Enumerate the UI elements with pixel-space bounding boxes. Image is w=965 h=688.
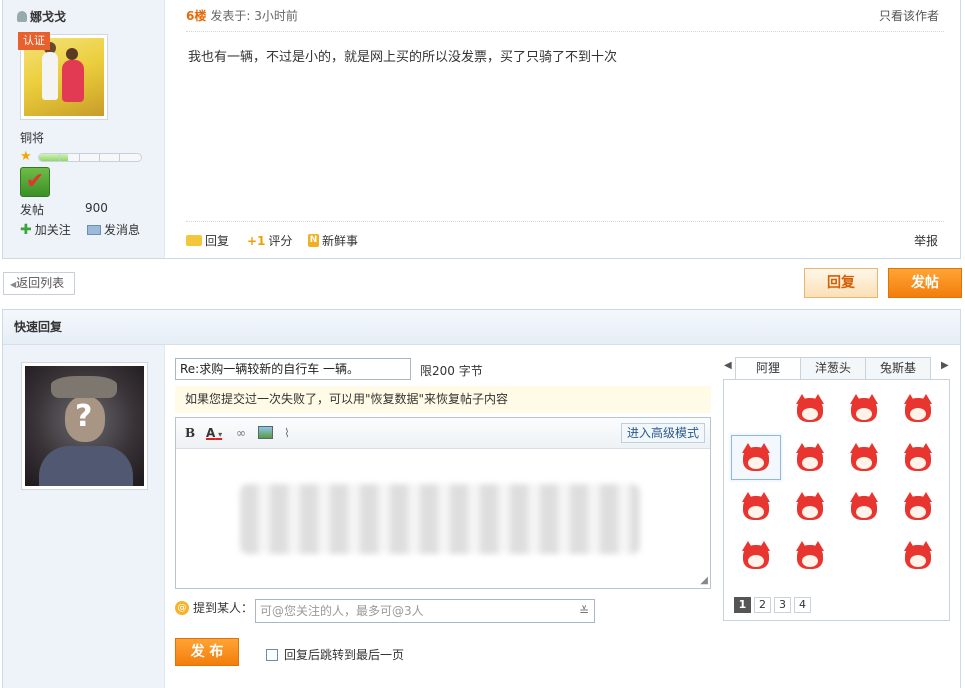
page-1[interactable]: 1: [734, 597, 751, 613]
emoticon-ali-icon[interactable]: [729, 531, 783, 580]
emoticon-ali-icon[interactable]: [783, 531, 837, 580]
font-color-button[interactable]: A ▾: [206, 426, 222, 440]
verified-badge: 认证: [18, 32, 50, 50]
author-panel: 娜戈戈 认证 铜将 ★ ✔ 发帖 900 ✚ 加关注 发消息: [3, 0, 165, 258]
emoticon-ali-icon[interactable]: [837, 531, 891, 580]
only-author-link[interactable]: 只看该作者: [879, 7, 939, 24]
emoticon-panel: 1 2 3 4: [723, 379, 950, 621]
new-post-button[interactable]: 发帖: [888, 268, 962, 298]
follow-label: 加关注: [34, 223, 71, 237]
tab-tuzki[interactable]: 兔斯基: [865, 357, 931, 379]
chevron-down-icon[interactable]: ≚: [579, 600, 589, 622]
rate-icon: +1: [247, 233, 266, 248]
follow-button[interactable]: ✚ 加关注: [20, 221, 71, 238]
emoticon-ali-icon[interactable]: [783, 482, 837, 531]
emoticon-ali-icon[interactable]: [729, 433, 783, 482]
divider: [186, 221, 944, 222]
quick-reply-title: 快速回复: [3, 310, 960, 345]
post-time: 发表于: 3小时前: [210, 9, 298, 23]
font-color-label: A: [206, 426, 216, 440]
reply-icon: [186, 235, 202, 246]
posts-label: 发帖: [20, 203, 45, 217]
mention-placeholder: 可@您关注的人，最多可@3人: [260, 604, 424, 618]
emoticon-ali-icon[interactable]: [729, 384, 783, 433]
reply-editor: B A ▾ ∞ ⌇ 进入高级模式 ◢: [175, 417, 711, 589]
rate-action-label: 评分: [268, 234, 293, 248]
rate-action[interactable]: +1 评分: [247, 232, 292, 249]
emoticon-ali-icon[interactable]: [783, 384, 837, 433]
message-label: 发消息: [104, 223, 141, 237]
caret-down-icon: ▾: [215, 430, 223, 439]
image-icon[interactable]: [258, 426, 273, 439]
report-link[interactable]: 举报: [914, 232, 938, 249]
page-4[interactable]: 4: [794, 597, 811, 613]
back-label: 返回列表: [16, 276, 65, 290]
tab-next-icon[interactable]: ▶: [941, 360, 949, 371]
share-action-label: 新鲜事: [322, 234, 359, 248]
blurred-content: [240, 484, 640, 554]
reply-action[interactable]: 回复: [186, 232, 229, 249]
quick-reply-panel: 快速回复 ? Re:求购一辆较新的自行车 一辆。 限200 字节 如果您提交过一…: [2, 309, 961, 688]
advanced-mode-button[interactable]: 进入高级模式: [621, 423, 706, 443]
experience-bar: [38, 152, 142, 162]
floor-number: 6楼: [186, 9, 207, 23]
reply-button[interactable]: 回复: [804, 268, 878, 298]
jump-last-checkbox[interactable]: 回复后跳转到最后一页: [266, 646, 404, 663]
emoticon-tabs: 阿狸 洋葱头 兔斯基: [735, 357, 931, 379]
medal-check-icon[interactable]: ✔: [20, 167, 50, 197]
tab-prev-icon[interactable]: ◀: [724, 360, 732, 371]
resize-handle-icon[interactable]: ◢: [700, 575, 708, 586]
star-icon: ★: [20, 149, 32, 164]
mention-label-text: 提到某人：: [193, 601, 254, 615]
mention-input[interactable]: 可@您关注的人，最多可@3人 ≚: [255, 599, 595, 623]
restore-tip: 如果您提交过一次失败了，可以用"恢复数据"来恢复帖子内容: [175, 386, 711, 413]
link-icon[interactable]: ∞: [236, 426, 246, 440]
emoticon-ali-icon[interactable]: [837, 384, 891, 433]
editor-toolbar: B A ▾ ∞ ⌇ 进入高级模式: [176, 418, 710, 449]
level-bar: ★: [20, 150, 142, 164]
posts-count: 900: [85, 201, 108, 215]
user-icon: [17, 11, 27, 22]
post-meta: 6楼 发表于: 3小时前: [186, 7, 298, 24]
page-2[interactable]: 2: [754, 597, 771, 613]
subject-input[interactable]: Re:求购一辆较新的自行车 一辆。: [175, 358, 411, 380]
back-to-list-button[interactable]: ◀返回列表: [3, 272, 75, 295]
emoticon-pager: 1 2 3 4: [734, 597, 811, 613]
emoticon-ali-icon[interactable]: [891, 384, 945, 433]
mention-label: @ 提到某人：: [175, 599, 253, 616]
tab-onion[interactable]: 洋葱头: [800, 357, 866, 379]
author-name[interactable]: 娜戈戈: [17, 8, 66, 25]
message-button[interactable]: 发消息: [87, 221, 140, 238]
tab-ali[interactable]: 阿狸: [735, 357, 801, 379]
envelope-icon: [87, 224, 101, 235]
jump-last-label: 回复后跳转到最后一页: [284, 648, 405, 662]
emoticon-ali-icon[interactable]: [783, 433, 837, 482]
emoticon-ali-icon[interactable]: [837, 482, 891, 531]
page-3[interactable]: 3: [774, 597, 791, 613]
bold-button[interactable]: B: [185, 426, 195, 440]
author-rank: 铜将: [20, 131, 45, 145]
post-container: 娜戈戈 认证 铜将 ★ ✔ 发帖 900 ✚ 加关注 发消息 6楼 发表于: 3…: [2, 0, 961, 259]
share-action[interactable]: N 新鲜事: [308, 232, 358, 249]
length-limit: 限200 字节: [420, 364, 483, 378]
emoticon-ali-icon[interactable]: [891, 531, 945, 580]
emoticon-ali-icon[interactable]: [891, 482, 945, 531]
emoticon-ali-icon[interactable]: [837, 433, 891, 482]
reply-action-label: 回复: [205, 234, 230, 248]
plus-icon: ✚: [20, 221, 32, 238]
username-link[interactable]: 娜戈戈: [30, 8, 66, 25]
emoticon-grid: [729, 384, 945, 580]
submit-button[interactable]: 发 布: [175, 638, 239, 666]
attachment-icon[interactable]: ⌇: [284, 426, 290, 440]
current-user-avatar[interactable]: ?: [21, 362, 148, 490]
message-textarea[interactable]: ◢: [176, 450, 710, 588]
divider: [186, 31, 944, 32]
post-content: 我也有一辆，不过是小的，就是网上买的所以没发票，买了只骑了不到十次: [188, 50, 618, 65]
emoticon-ali-icon[interactable]: [729, 482, 783, 531]
emoticon-picker: ◀ 阿狸 洋葱头 兔斯基 ▶ 1 2 3 4: [722, 355, 951, 621]
emoticon-ali-icon[interactable]: [891, 433, 945, 482]
checkbox[interactable]: [266, 648, 278, 661]
at-icon: @: [175, 600, 189, 615]
news-icon: N: [308, 234, 319, 247]
